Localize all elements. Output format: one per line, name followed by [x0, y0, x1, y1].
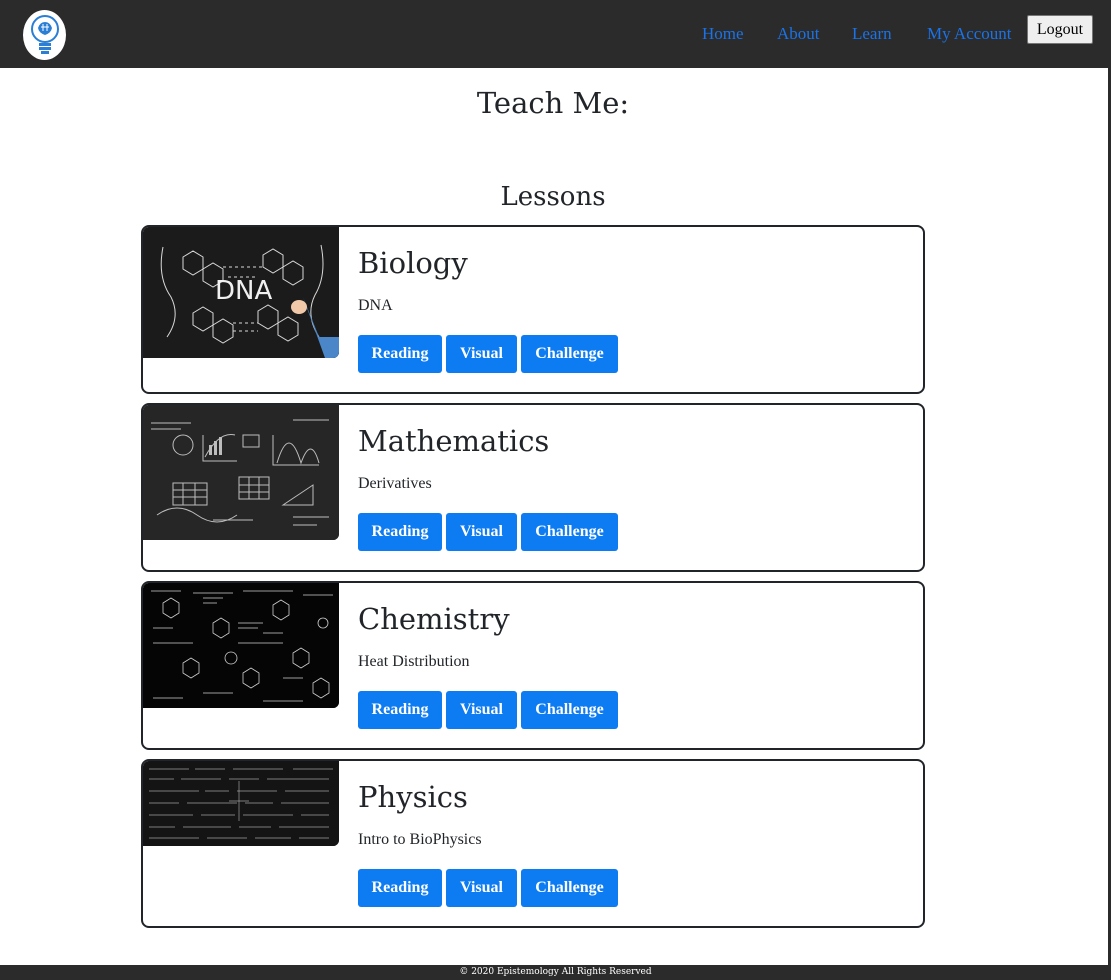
logout-button[interactable]: Logout	[1027, 15, 1093, 44]
biology-chalkboard-image: DNA	[143, 227, 339, 358]
nav-link-about[interactable]: About	[777, 24, 820, 44]
visual-button[interactable]: Visual	[446, 691, 517, 729]
lesson-topic: DNA	[358, 297, 393, 314]
reading-button[interactable]: Reading	[358, 691, 442, 729]
challenge-button[interactable]: Challenge	[521, 691, 618, 729]
footer: © 2020 Epistemology All Rights Reserved	[0, 965, 1111, 980]
reading-button[interactable]: Reading	[358, 335, 442, 373]
reading-button[interactable]: Reading	[358, 513, 442, 551]
reading-button[interactable]: Reading	[358, 869, 442, 907]
navbar: Home About Learn My Account Logout	[0, 0, 1111, 68]
section-title: Lessons	[500, 182, 606, 212]
lesson-card-mathematics: Mathematics Derivatives Reading Visual C…	[141, 403, 925, 572]
lesson-card-biology: DNA Biology DNA Reading Visual Challenge	[141, 225, 925, 394]
visual-button[interactable]: Visual	[446, 513, 517, 551]
page-title: Teach Me:	[476, 86, 630, 120]
lesson-title: Biology	[358, 246, 468, 280]
mathematics-chalkboard-image	[143, 405, 339, 540]
lightbulb-brain-logo-icon[interactable]	[23, 10, 66, 60]
nav-link-learn[interactable]: Learn	[852, 24, 892, 44]
lesson-title: Mathematics	[358, 424, 550, 458]
lesson-topic: Derivatives	[358, 475, 432, 492]
visual-button[interactable]: Visual	[446, 869, 517, 907]
lesson-title: Chemistry	[358, 602, 510, 636]
lesson-card-physics: Physics Intro to BioPhysics Reading Visu…	[141, 759, 925, 928]
dna-image-text: DNA	[215, 276, 272, 306]
lesson-card-chemistry: Chemistry Heat Distribution Reading Visu…	[141, 581, 925, 750]
challenge-button[interactable]: Challenge	[521, 869, 618, 907]
lesson-topic: Intro to BioPhysics	[358, 831, 482, 848]
nav-link-home[interactable]: Home	[702, 24, 744, 44]
visual-button[interactable]: Visual	[446, 335, 517, 373]
challenge-button[interactable]: Challenge	[521, 513, 618, 551]
chemistry-formulas-image	[143, 583, 339, 708]
nav-link-my-account[interactable]: My Account	[927, 24, 1012, 44]
challenge-button[interactable]: Challenge	[521, 335, 618, 373]
lesson-title: Physics	[358, 780, 468, 814]
lesson-topic: Heat Distribution	[358, 653, 470, 670]
physics-formulas-image	[143, 761, 339, 846]
